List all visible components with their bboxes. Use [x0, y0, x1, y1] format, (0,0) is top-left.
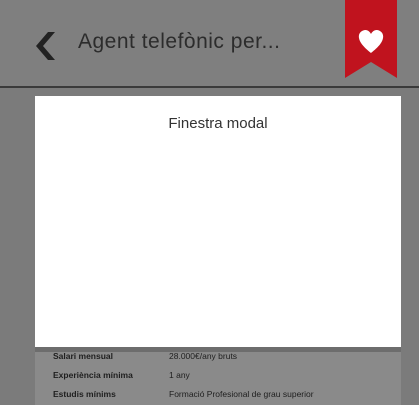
detail-value: 1 any	[169, 370, 190, 380]
back-button[interactable]	[30, 28, 60, 64]
detail-row-experience: Experiència mínima 1 any	[35, 367, 401, 385]
app-screen: Agent telefònic per... Salari mensual 28…	[0, 0, 419, 405]
detail-row-studies: Estudis mínims Formació Profesional de g…	[35, 386, 401, 404]
detail-label: Experiència mínima	[53, 370, 133, 380]
modal-window[interactable]: Finestra modal	[35, 96, 401, 352]
chevron-left-icon	[36, 32, 55, 60]
detail-value: Formació Profesional de grau superior	[169, 389, 314, 399]
job-details-table: Salari mensual 28.000€/any bruts Experiè…	[35, 348, 401, 405]
page-title: Agent telefònic per...	[78, 30, 281, 53]
modal-title: Finestra modal	[168, 115, 268, 132]
heart-icon	[358, 30, 384, 53]
detail-value: 28.000€/any bruts	[169, 351, 238, 361]
detail-label: Estudis mínims	[53, 389, 116, 399]
detail-label: Salari mensual	[53, 351, 114, 361]
top-header: Agent telefònic per...	[0, 0, 419, 88]
favorite-button[interactable]	[345, 0, 397, 78]
